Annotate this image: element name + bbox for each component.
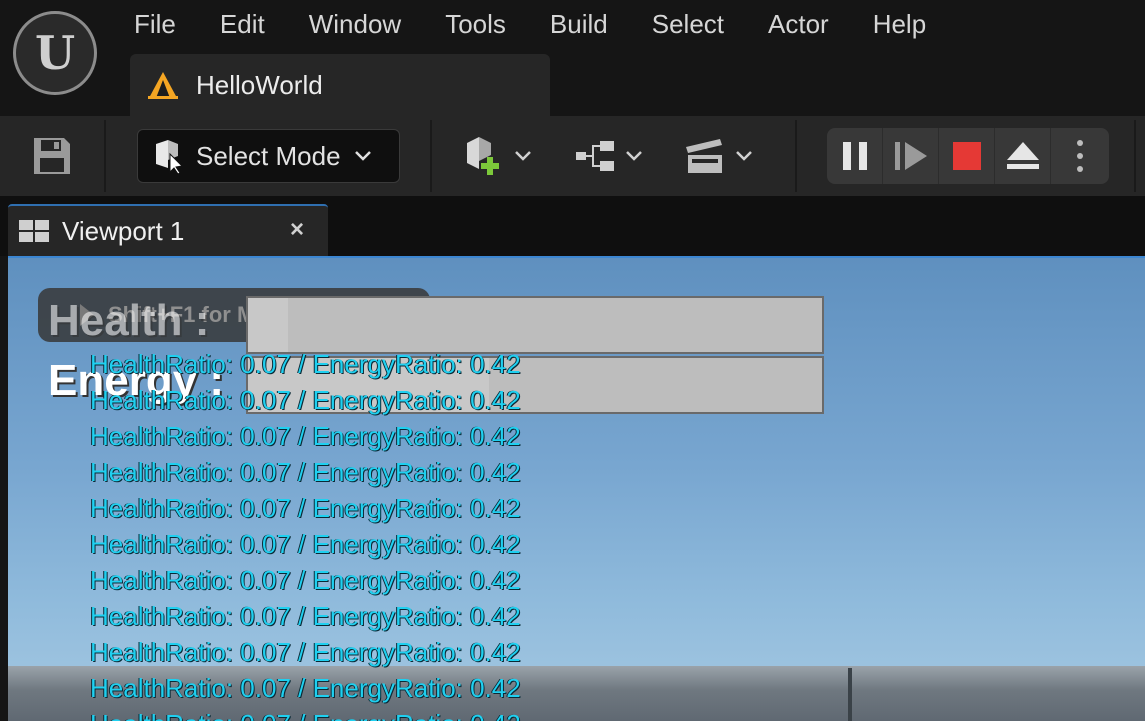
menu-window[interactable]: Window [287,0,423,50]
debug-message: HealthRatio: 0.07 / EnergyRatio: 0.42 [90,349,521,379]
toolbar-separator [1134,120,1136,192]
add-actor-icon [467,137,499,175]
cinematics-icon [686,139,722,173]
cinematics-dropdown[interactable] [684,134,754,178]
eject-icon [1006,142,1039,169]
unreal-logo-icon[interactable]: U [13,11,97,95]
toolbar-separator [104,120,106,192]
debug-message-list: HealthRatio: 0.07 / EnergyRatio: 0.42 He… [90,346,521,721]
menu-help[interactable]: Help [851,0,948,50]
health-bar-fill [248,298,289,352]
menu-build[interactable]: Build [528,0,630,50]
close-icon[interactable]: × [290,216,304,244]
chevron-down-icon [736,151,752,161]
debug-message: HealthRatio: 0.07 / EnergyRatio: 0.42 [90,421,521,451]
toolbar-separator [795,120,797,192]
toolbar-separator [430,120,432,192]
stop-icon [952,142,981,170]
blueprint-dropdown[interactable] [574,134,644,178]
debug-message: HealthRatio: 0.07 / EnergyRatio: 0.42 [90,673,521,703]
tab-viewport-1[interactable]: Viewport 1 × [8,204,328,256]
document-tab-helloworld[interactable]: HelloWorld [130,54,550,116]
menu-file[interactable]: File [112,0,198,50]
more-options-button[interactable] [1051,128,1109,184]
pause-icon [842,142,867,170]
pause-button[interactable] [827,128,883,184]
debug-message: HealthRatio: 0.07 / EnergyRatio: 0.42 [90,529,521,559]
menu-tools[interactable]: Tools [423,0,528,50]
document-title: HelloWorld [196,69,323,100]
health-label: Health : [48,296,210,345]
select-mode-dropdown[interactable]: Select Mode [137,129,400,183]
skip-frame-icon [894,142,927,170]
chevron-down-icon [515,151,531,161]
menu-actor[interactable]: Actor [746,0,851,50]
viewport-layout-icon [19,220,49,242]
main-menu: File Edit Window Tools Build Select Acto… [112,0,948,50]
debug-message: HealthRatio: 0.07 / EnergyRatio: 0.42 [90,385,521,415]
debug-message: HealthRatio: 0.07 / EnergyRatio: 0.42 [90,637,521,667]
debug-message: HealthRatio: 0.07 / EnergyRatio: 0.42 [90,493,521,523]
skip-frame-button[interactable] [883,128,939,184]
level-icon [148,72,178,99]
blueprint-icon [576,141,614,171]
save-icon[interactable] [30,136,74,176]
title-bar: U File Edit Window Tools Build Select Ac… [0,0,1145,116]
menu-select[interactable]: Select [630,0,746,50]
chevron-down-icon [626,151,642,161]
level-viewport[interactable]: Shift+F1 for Mouse Cursor Health : Energ… [8,256,1145,721]
menu-edit[interactable]: Edit [198,0,287,50]
debug-message: HealthRatio: 0.07 / EnergyRatio: 0.42 [90,565,521,595]
main-toolbar: Select Mode [0,116,1145,196]
debug-message: HealthRatio: 0.07 / EnergyRatio: 0.42 [90,706,521,721]
chevron-down-icon [354,151,371,161]
debug-message: HealthRatio: 0.07 / EnergyRatio: 0.42 [90,457,521,487]
more-options-icon [1077,140,1083,172]
debug-message: HealthRatio: 0.07 / EnergyRatio: 0.42 [90,601,521,631]
viewport-tab-title: Viewport 1 [62,215,185,246]
add-actor-dropdown[interactable] [463,134,533,178]
play-controls [827,128,1109,184]
viewport-tab-strip: Viewport 1 × [0,196,1145,256]
scene-pole [848,668,852,721]
stop-button[interactable] [939,128,995,184]
select-mode-label: Select Mode [196,140,341,171]
eject-button[interactable] [995,128,1051,184]
select-mode-icon [156,140,184,174]
